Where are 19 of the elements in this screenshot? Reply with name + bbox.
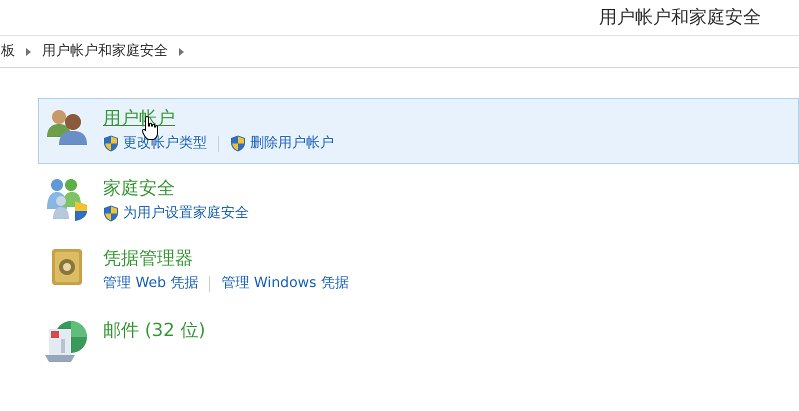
safe-icon — [50, 247, 84, 287]
chevron-right-icon[interactable] — [26, 48, 31, 56]
category-link[interactable]: 家庭安全 — [103, 177, 175, 201]
task-link[interactable]: 为用户设置家庭安全 — [103, 203, 249, 224]
shield-icon — [103, 135, 119, 152]
breadcrumb-item[interactable]: 用户帐户和家庭安全 — [42, 41, 168, 62]
task-link[interactable]: 管理 Web 凭据 — [103, 273, 198, 294]
shield-icon — [103, 205, 119, 222]
category-link[interactable]: 凭据管理器 — [103, 247, 193, 271]
task-link[interactable]: 管理 Windows 凭据 — [221, 273, 349, 294]
chevron-right-icon[interactable] — [179, 48, 184, 56]
users-icon — [45, 107, 89, 147]
family-icon — [45, 177, 89, 221]
window-title: 用户帐户和家庭安全 — [599, 6, 761, 30]
mail-server-icon — [45, 319, 89, 363]
shield-icon — [230, 135, 246, 152]
task-link[interactable]: 删除用户帐户 — [230, 133, 334, 154]
breadcrumb-item[interactable]: 板 — [1, 41, 15, 62]
category-link[interactable]: 邮件 (32 位) — [103, 319, 206, 343]
